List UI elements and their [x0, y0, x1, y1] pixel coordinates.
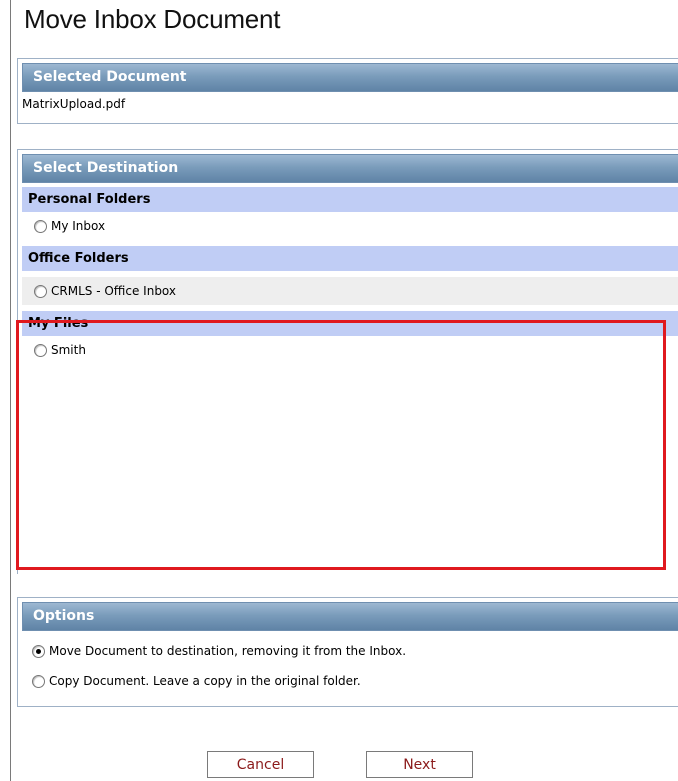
selected-document-header: Selected Document — [22, 63, 678, 92]
option-copy-document[interactable]: Copy Document. Leave a copy in the origi… — [22, 667, 678, 695]
group-header-personal-folders: Personal Folders — [22, 187, 678, 212]
destination-option-my-inbox[interactable]: My Inbox — [22, 212, 678, 240]
page-title: Move Inbox Document — [24, 4, 281, 34]
group-header-office-folders: Office Folders — [22, 246, 678, 271]
next-button[interactable]: Next — [366, 751, 473, 778]
selected-document-filename: MatrixUpload.pdf — [22, 97, 126, 111]
option-label: My Inbox — [51, 219, 106, 233]
option-label: Smith — [51, 343, 86, 357]
group-header-my-files: My Files — [22, 311, 678, 336]
select-destination-panel: Select Destination Personal Folders My I… — [17, 149, 678, 574]
option-label: Copy Document. Leave a copy in the origi… — [49, 674, 361, 688]
destination-option-crmls-office-inbox[interactable]: CRMLS - Office Inbox — [22, 277, 678, 305]
radio-icon[interactable] — [34, 219, 47, 233]
radio-icon[interactable] — [34, 343, 47, 357]
cancel-button[interactable]: Cancel — [207, 751, 314, 778]
option-label: Move Document to destination, removing i… — [49, 644, 407, 658]
destination-option-smith[interactable]: Smith — [22, 336, 678, 364]
left-frame-border — [10, 0, 11, 781]
selected-document-panel: Selected Document MatrixUpload.pdf — [17, 58, 678, 124]
radio-icon[interactable] — [32, 674, 45, 688]
radio-icon[interactable] — [32, 644, 45, 658]
option-move-document[interactable]: Move Document to destination, removing i… — [22, 637, 678, 665]
options-panel: Options Move Document to destination, re… — [17, 597, 678, 707]
options-header: Options — [22, 602, 678, 631]
option-label: CRMLS - Office Inbox — [51, 284, 177, 298]
select-destination-header: Select Destination — [22, 154, 678, 183]
radio-icon[interactable] — [34, 284, 47, 298]
